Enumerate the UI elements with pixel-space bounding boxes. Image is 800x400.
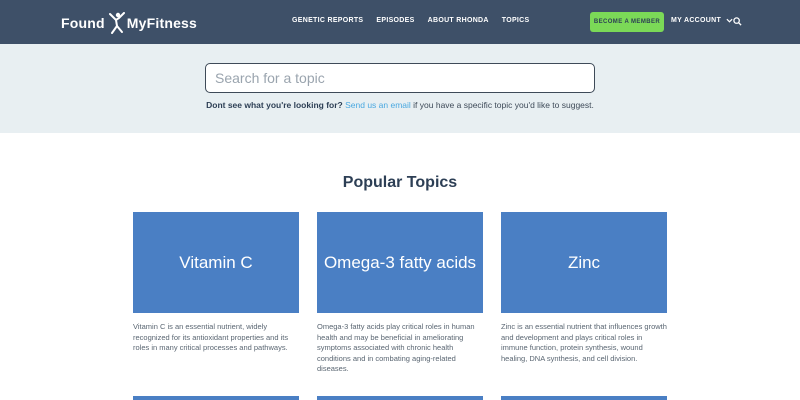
top-navigation: Found MyFitness GENETIC REPORTS EPISODES… bbox=[0, 0, 800, 44]
topic-card-omega-3[interactable]: Omega-3 fatty acids Omega-3 fatty acids … bbox=[317, 212, 483, 375]
nav-topics[interactable]: TOPICS bbox=[502, 17, 530, 24]
topic-card-title: Omega-3 fatty acids bbox=[323, 252, 477, 272]
nav-about-rhonda[interactable]: ABOUT RHONDA bbox=[428, 17, 489, 24]
runner-logo-icon bbox=[108, 12, 125, 34]
topic-card-description: Zinc is an essential nutrient that influ… bbox=[501, 322, 667, 363]
topic-card-next-row[interactable] bbox=[133, 396, 299, 400]
topic-card-description: Omega-3 fatty acids play critical roles … bbox=[317, 322, 475, 373]
chevron-down-icon bbox=[726, 18, 733, 23]
main-nav: GENETIC REPORTS EPISODES ABOUT RHONDA TO… bbox=[292, 17, 543, 24]
search-hint-rest: if you have a specific topic you'd like … bbox=[413, 100, 594, 110]
topic-card-title: Zinc bbox=[567, 252, 601, 272]
topic-search-input[interactable] bbox=[205, 63, 595, 93]
topic-card-title: Vitamin C bbox=[179, 252, 253, 272]
topic-card-tile[interactable]: Vitamin C bbox=[133, 212, 299, 313]
my-account-menu[interactable]: MY ACCOUNT bbox=[671, 17, 733, 24]
topic-card-tile[interactable]: Zinc bbox=[501, 212, 667, 313]
topic-card-tile[interactable]: Omega-3 fatty acids bbox=[317, 212, 483, 313]
topic-card-next-row[interactable] bbox=[317, 396, 483, 400]
topic-card-vitamin-c[interactable]: Vitamin C Vitamin C is an essential nutr… bbox=[133, 212, 299, 354]
topic-card-description: Vitamin C is an essential nutrient, wide… bbox=[133, 322, 289, 352]
site-logo[interactable]: Found MyFitness bbox=[61, 12, 197, 34]
nav-episodes[interactable]: EPISODES bbox=[376, 17, 414, 24]
search-hint-question: Dont see what you're looking for? bbox=[206, 100, 343, 110]
nav-genetic-reports[interactable]: GENETIC REPORTS bbox=[292, 17, 363, 24]
become-member-button[interactable]: BECOME A MEMBER bbox=[590, 12, 664, 32]
topic-card-next-row[interactable] bbox=[501, 396, 667, 400]
search-icon[interactable] bbox=[733, 17, 742, 26]
topic-card-zinc[interactable]: Zinc Zinc is an essential nutrient that … bbox=[501, 212, 667, 364]
logo-text-found: Found bbox=[61, 15, 105, 31]
send-email-link[interactable]: Send us an email bbox=[345, 100, 411, 110]
search-hint: Dont see what you're looking for? Send u… bbox=[0, 100, 800, 110]
logo-text-myfitness: MyFitness bbox=[126, 15, 198, 31]
my-account-label: MY ACCOUNT bbox=[671, 17, 722, 24]
popular-topics-heading: Popular Topics bbox=[342, 174, 458, 191]
topic-search-section: Dont see what you're looking for? Send u… bbox=[0, 44, 800, 133]
